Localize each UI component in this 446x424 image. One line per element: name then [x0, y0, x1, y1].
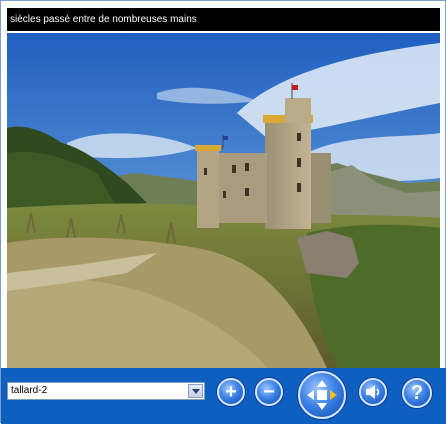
- help-icon: ?: [410, 381, 424, 404]
- caption-text: siècles passé entre de nombreuses mains: [10, 14, 197, 25]
- scene-select-value: tallard-2: [11, 385, 48, 396]
- plus-icon: +: [225, 380, 237, 403]
- zoom-out-button[interactable]: −: [255, 378, 283, 406]
- navigation-pad-button[interactable]: [298, 371, 346, 419]
- panorama-viewer: siècles passé entre de nombreuses mains: [0, 0, 446, 424]
- scene-select[interactable]: tallard-2: [7, 382, 205, 400]
- directional-pad-icon: [307, 380, 337, 410]
- chevron-down-icon[interactable]: [188, 384, 203, 398]
- caption-bar: siècles passé entre de nombreuses mains: [7, 8, 440, 31]
- zoom-in-button[interactable]: +: [217, 378, 245, 406]
- help-button[interactable]: ?: [402, 378, 432, 408]
- speaker-icon: [366, 385, 380, 399]
- minus-icon: −: [263, 380, 275, 403]
- control-bar: tallard-2 + − ?: [1, 368, 446, 424]
- panorama-image[interactable]: [7, 33, 440, 368]
- sound-button[interactable]: [359, 378, 387, 406]
